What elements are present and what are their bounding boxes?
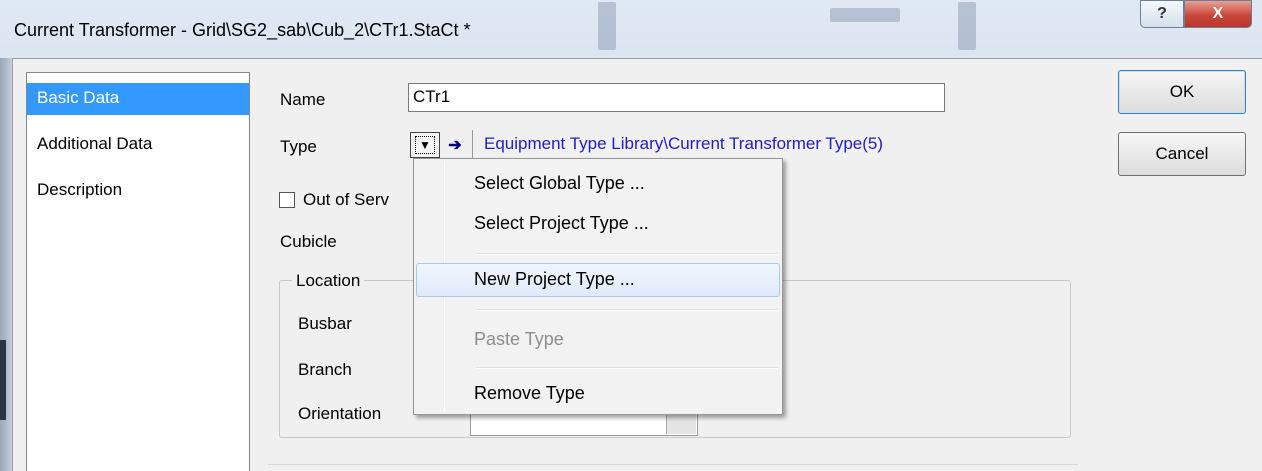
type-context-menu: Select Global Type ... Select Project Ty… bbox=[413, 158, 783, 415]
title-bar[interactable]: Current Transformer - Grid\SG2_sab\Cub_2… bbox=[0, 0, 1262, 56]
chevron-down-icon: ▼ bbox=[415, 136, 435, 154]
type-dropdown-button[interactable]: ▼ bbox=[410, 132, 440, 158]
location-group-label: Location bbox=[292, 271, 365, 291]
arrow-right-icon[interactable]: ➔ bbox=[444, 134, 466, 156]
cubicle-label: Cubicle bbox=[280, 232, 337, 251]
close-icon: X bbox=[1212, 5, 1224, 22]
busbar-label: Busbar bbox=[298, 314, 352, 333]
menu-separator bbox=[476, 253, 778, 255]
name-input[interactable]: CTr1 bbox=[408, 83, 945, 112]
menu-separator bbox=[476, 367, 778, 369]
menu-item-select-global-type[interactable]: Select Global Type ... bbox=[416, 167, 780, 201]
help-button[interactable]: ? bbox=[1140, 0, 1184, 28]
title-decoration bbox=[958, 2, 976, 50]
close-button[interactable]: X bbox=[1184, 0, 1252, 28]
menu-separator bbox=[476, 309, 778, 311]
orientation-label: Orientation bbox=[298, 404, 382, 423]
name-label: Name bbox=[280, 90, 326, 109]
out-of-service-label: Out of Serv bbox=[303, 190, 389, 209]
menu-item-remove-type[interactable]: Remove Type bbox=[416, 377, 780, 411]
divider bbox=[268, 464, 1078, 465]
ok-button[interactable]: OK bbox=[1118, 70, 1246, 114]
nav-item-additional-data[interactable]: Additional Data bbox=[27, 129, 249, 161]
type-label: Type bbox=[280, 137, 317, 156]
menu-item-paste-type: Paste Type bbox=[474, 329, 564, 349]
separator bbox=[472, 130, 473, 160]
page-nav-list[interactable]: Basic Data Additional Data Description bbox=[26, 72, 250, 471]
orientation-dropdown-button[interactable] bbox=[666, 412, 696, 434]
dialog-window: Current Transformer - Grid\SG2_sab\Cub_2… bbox=[0, 0, 1262, 471]
nav-item-description[interactable]: Description bbox=[27, 175, 249, 207]
help-icon: ? bbox=[1157, 5, 1167, 22]
cancel-button[interactable]: Cancel bbox=[1118, 132, 1246, 176]
menu-item-new-project-type[interactable]: New Project Type ... bbox=[416, 263, 780, 297]
window-edge-shadow bbox=[0, 340, 6, 420]
type-link[interactable]: Equipment Type Library\Current Transform… bbox=[484, 134, 883, 154]
out-of-service-checkbox[interactable] bbox=[279, 192, 295, 208]
menu-item-select-project-type[interactable]: Select Project Type ... bbox=[416, 207, 780, 241]
branch-label: Branch bbox=[298, 360, 352, 379]
title-decoration bbox=[598, 2, 616, 50]
window-title: Current Transformer - Grid\SG2_sab\Cub_2… bbox=[14, 20, 471, 40]
title-decoration bbox=[830, 8, 900, 22]
nav-item-basic-data[interactable]: Basic Data bbox=[27, 83, 249, 115]
